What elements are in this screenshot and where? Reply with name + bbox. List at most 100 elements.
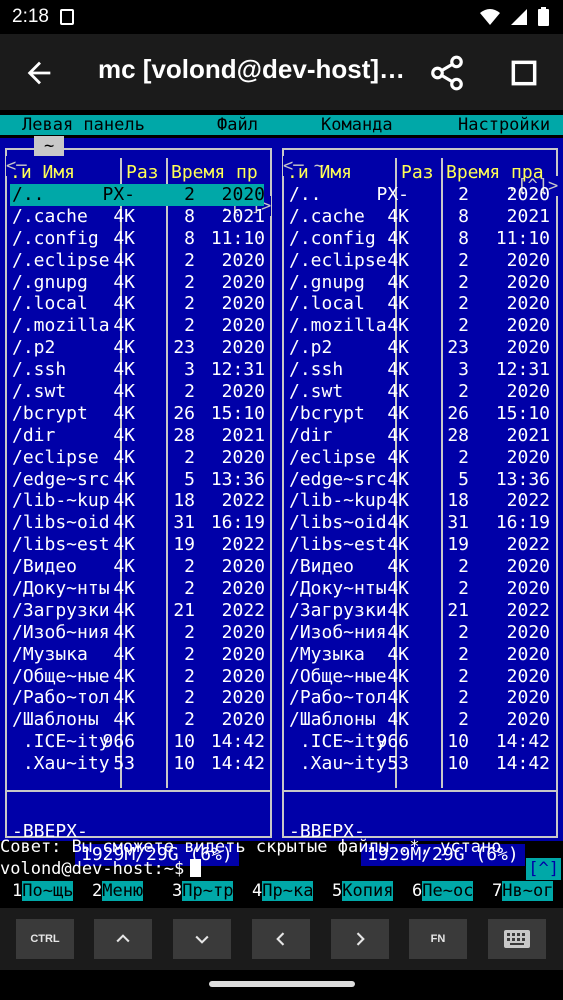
file-row[interactable]: /.eclipse 4K 2 2020 xyxy=(0,250,277,272)
file-row[interactable]: /Рабо~тол 4K 2 2020 xyxy=(0,687,277,709)
file-row[interactable]: /.ssh 4K 3 12:31 xyxy=(277,359,563,381)
terminal[interactable]: Левая панель Файл Команда Настройки <─ ~… xyxy=(0,110,563,908)
file-row[interactable]: /libs~oid 4K 31 16:19 xyxy=(277,512,563,534)
back-arrow-icon[interactable] xyxy=(22,56,56,90)
file-row[interactable]: /.mozilla 4K 2 2020 xyxy=(277,315,563,337)
up-key[interactable] xyxy=(94,919,152,959)
file-row[interactable]: /Обще~ные 4K 2 2020 xyxy=(277,666,563,688)
file-name: /.gnupg xyxy=(289,271,365,293)
file-time: 2020 xyxy=(221,621,265,643)
menu-left-panel[interactable]: Левая панель xyxy=(22,115,145,135)
ctrl-key[interactable]: CTRL xyxy=(16,919,74,959)
file-row[interactable]: /.cache 4K 8 2021 xyxy=(277,206,563,228)
right-panel[interactable]: <─ ~ .[^]> .и Имя Раз Время пра /.. PX- 2 2… xyxy=(277,138,563,866)
fn-key[interactable]: FN xyxy=(409,919,467,959)
menu-file[interactable]: Файл xyxy=(217,115,258,135)
function-key-4[interactable]: 4Пр~ка xyxy=(252,880,314,902)
file-row[interactable]: /.gnupg 4K 2 2020 xyxy=(0,272,277,294)
file-row[interactable]: /.cache 4K 8 2021 xyxy=(0,206,277,228)
file-row[interactable]: /eclipse 4K 2 2020 xyxy=(277,447,563,469)
file-row[interactable]: /dir 4K 28 2021 xyxy=(277,425,563,447)
file-name: .ICE~ity xyxy=(12,731,110,753)
file-row[interactable]: /bcrypt 4K 26 15:10 xyxy=(277,403,563,425)
file-row[interactable]: /.mozilla 4K 2 2020 xyxy=(0,315,277,337)
left-key[interactable] xyxy=(252,919,310,959)
file-row[interactable]: /.gnupg 4K 2 2020 xyxy=(277,272,563,294)
left-header-name[interactable]: .и Имя xyxy=(10,162,75,184)
chevron-up-icon xyxy=(116,934,130,943)
file-row[interactable]: /Загрузки 4K 21 2022 xyxy=(0,600,277,622)
file-row[interactable]: /Музыка 4K 2 2020 xyxy=(0,644,277,666)
file-row[interactable]: /.ssh 4K 3 12:31 xyxy=(0,359,277,381)
function-key-6[interactable]: 6Пе~ос xyxy=(412,880,474,902)
file-row[interactable]: /Музыка 4K 2 2020 xyxy=(277,644,563,666)
file-row[interactable]: /.. PX- 2 2020 xyxy=(277,184,563,206)
file-row[interactable]: /.local 4K 2 2020 xyxy=(277,293,563,315)
function-key-7[interactable]: 7Нв~ог xyxy=(492,880,554,902)
function-key-2[interactable]: 2Меню xyxy=(92,880,144,902)
down-key[interactable] xyxy=(173,919,231,959)
window-icon[interactable] xyxy=(508,57,540,89)
file-row[interactable]: /Изоб~ния 4K 2 2020 xyxy=(277,622,563,644)
file-row[interactable]: .ICE~ity 966 10 14:42 xyxy=(0,731,277,753)
file-row[interactable]: /Видео 4K 2 2020 xyxy=(0,556,277,578)
file-row[interactable]: /.local 4K 2 2020 xyxy=(0,293,277,315)
file-row[interactable]: /bcrypt 4K 26 15:10 xyxy=(0,403,277,425)
menu-settings[interactable]: Настройки xyxy=(458,115,550,135)
file-row[interactable]: /Загрузки 4K 21 2022 xyxy=(277,600,563,622)
file-row[interactable]: /libs~est 4K 19 2022 xyxy=(277,534,563,556)
left-header-size[interactable]: Раз xyxy=(126,162,159,184)
file-row[interactable]: /.swt 4K 2 2020 xyxy=(277,381,563,403)
file-row[interactable]: /Шаблоны 4K 2 2020 xyxy=(277,709,563,731)
file-row[interactable]: /.eclipse 4K 2 2020 xyxy=(277,250,563,272)
shell-prompt[interactable]: volond@dev-host:~$ xyxy=(0,858,563,880)
file-row[interactable]: /dir 4K 28 2021 xyxy=(0,425,277,447)
right-header-time[interactable]: Время пра xyxy=(446,162,544,184)
left-panel[interactable]: <─ ~ .[^]> .и Имя Раз Время пр /.. PX- 2 20… xyxy=(0,136,277,866)
file-row[interactable]: /Шаблоны 4K 2 2020 xyxy=(0,709,277,731)
file-row[interactable]: /Доку~нты 4K 2 2020 xyxy=(277,578,563,600)
file-row[interactable]: /.p2 4K 23 2020 xyxy=(277,337,563,359)
file-name: /.mozilla xyxy=(289,315,387,337)
right-header-name[interactable]: .и Имя xyxy=(287,162,352,184)
file-row[interactable]: /lib-~kup 4K 18 2022 xyxy=(277,490,563,512)
file-time: 14:42 xyxy=(210,753,265,775)
file-row[interactable]: /Рабо~тол 4K 2 2020 xyxy=(277,687,563,709)
file-row[interactable]: /eclipse 4K 2 2020 xyxy=(0,447,277,469)
keyboard-key[interactable] xyxy=(488,919,546,959)
file-row[interactable]: /.config 4K 8 11:10 xyxy=(277,228,563,250)
file-row[interactable]: .Xau~ity 53 10 14:42 xyxy=(0,753,277,775)
file-row[interactable]: /libs~oid 4K 31 16:19 xyxy=(0,512,277,534)
file-row[interactable]: /Доку~нты 4K 2 2020 xyxy=(0,578,277,600)
file-row[interactable]: /edge~src 4K 5 13:36 xyxy=(0,469,277,491)
file-day: 31 xyxy=(173,512,195,534)
file-row[interactable]: /libs~est 4K 19 2022 xyxy=(0,534,277,556)
function-key-3[interactable]: 3Пр~тр xyxy=(172,880,234,902)
app-bar: mc [volond@dev-host]… xyxy=(0,34,563,110)
file-row[interactable]: /Видео 4K 2 2020 xyxy=(277,556,563,578)
function-key-1[interactable]: 1По~щь xyxy=(12,880,74,902)
right-header-size[interactable]: Раз xyxy=(401,162,434,184)
file-size: 4K xyxy=(113,402,135,424)
function-key-5[interactable]: 5Копия xyxy=(332,880,394,902)
file-row[interactable]: .ICE~ity 966 10 14:42 xyxy=(277,731,563,753)
file-row[interactable]: /.. PX- 2 2020 xyxy=(0,184,277,206)
file-row[interactable]: /.config 4K 8 11:10 xyxy=(0,228,277,250)
home-gesture-bar[interactable] xyxy=(209,981,355,987)
file-name: /.gnupg xyxy=(12,271,88,293)
left-panel-path[interactable]: ~ xyxy=(34,136,65,156)
file-size: 4K xyxy=(387,315,409,337)
file-day: 2 xyxy=(458,293,469,315)
file-row[interactable]: /edge~src 4K 5 13:36 xyxy=(277,469,563,491)
file-row[interactable]: /Изоб~ния 4K 2 2020 xyxy=(0,622,277,644)
right-key[interactable] xyxy=(331,919,389,959)
file-row[interactable]: /Обще~ные 4K 2 2020 xyxy=(0,666,277,688)
share-icon[interactable] xyxy=(428,54,466,92)
file-row[interactable]: /lib-~kup 4K 18 2022 xyxy=(0,490,277,512)
prompt-bracket[interactable]: [^] xyxy=(526,858,561,880)
file-row[interactable]: .Xau~ity 53 10 14:42 xyxy=(277,753,563,775)
left-header-time[interactable]: Время пр xyxy=(171,162,258,184)
file-row[interactable]: /.p2 4K 23 2020 xyxy=(0,337,277,359)
menu-command[interactable]: Команда xyxy=(321,115,393,135)
file-row[interactable]: /.swt 4K 2 2020 xyxy=(0,381,277,403)
